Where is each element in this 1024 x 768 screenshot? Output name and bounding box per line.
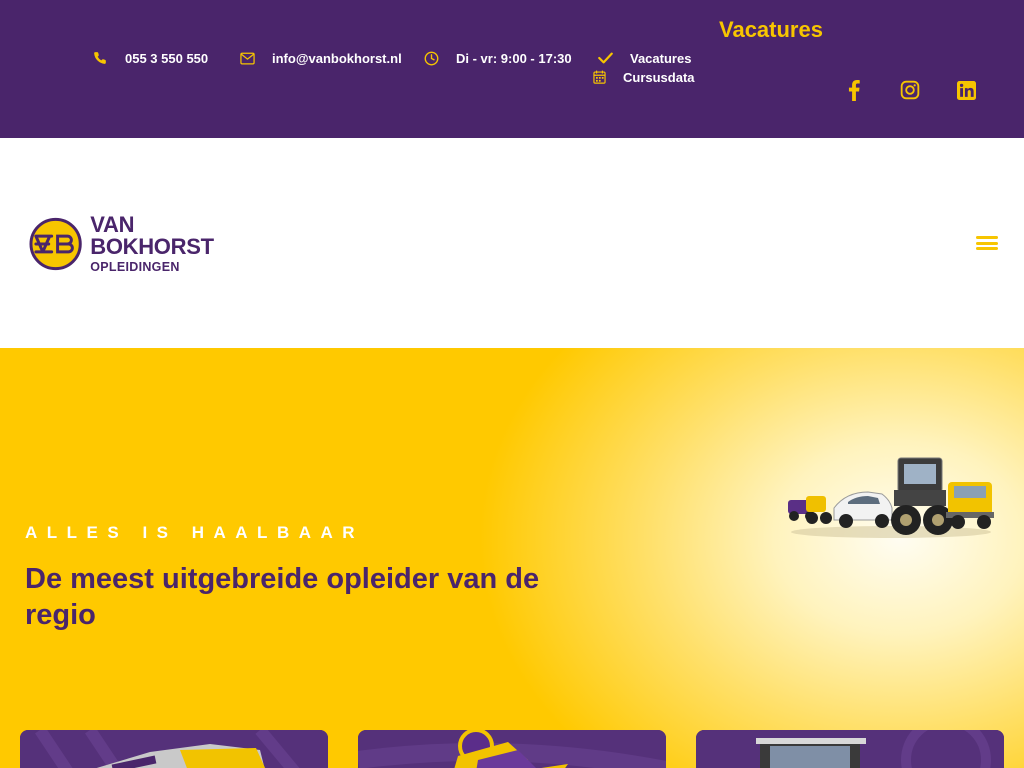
truck-image [20, 730, 328, 768]
instagram-icon[interactable] [898, 78, 922, 102]
logo[interactable]: VAN BOKHORST OPLEIDINGEN [29, 212, 261, 275]
facebook-icon[interactable] [842, 78, 866, 102]
hours-text: Di - vr: 9:00 - 17:30 [456, 50, 572, 66]
vehicles-image [788, 457, 994, 538]
hero-headline: De meest uitgebreide opleider van de reg… [25, 563, 540, 631]
cursusdata-link[interactable]: Cursusdata [591, 69, 695, 85]
hero-section: ALLES IS HAALBAAR De meest uitgebreide o… [0, 348, 1024, 768]
logo-name: VAN BOKHORST [90, 212, 214, 260]
motorbike-image [358, 730, 666, 768]
phone-icon [92, 50, 108, 66]
site-header: VAN BOKHORST OPLEIDINGEN [0, 138, 1024, 348]
menu-toggle-icon[interactable] [976, 234, 998, 252]
phone-text: 055 3 550 550 [125, 50, 209, 66]
linkedin-icon[interactable] [954, 78, 978, 102]
email-link[interactable]: info@vanbokhorst.nl [239, 50, 402, 66]
envelope-icon [239, 50, 255, 66]
phone-link[interactable]: 055 3 550 550 [92, 50, 208, 66]
top-bar: 055 3 550 550 info@vanbokhorst.nl Di - v… [0, 0, 1024, 138]
vacatures-heading-link[interactable]: Vacatures [719, 17, 823, 43]
check-icon [597, 50, 613, 66]
tractor-image [696, 730, 1004, 768]
calendar-icon [591, 69, 607, 85]
email-text: info@vanbokhorst.nl [272, 50, 402, 66]
course-card-tractor[interactable] [696, 730, 1004, 768]
hero-tagline: ALLES IS HAALBAAR [25, 523, 365, 542]
course-card-motor[interactable] [358, 730, 666, 768]
cursusdata-link-text: Cursusdata [623, 69, 695, 85]
vacatures-link-text: Vacatures [630, 50, 692, 66]
logo-subtitle: OPLEIDINGEN [90, 260, 180, 275]
opening-hours: Di - vr: 9:00 - 17:30 [423, 50, 572, 66]
vacatures-link[interactable]: Vacatures [597, 50, 691, 66]
clock-icon [423, 50, 439, 66]
course-card-truck[interactable] [20, 730, 328, 768]
logo-mark-icon [29, 217, 82, 271]
